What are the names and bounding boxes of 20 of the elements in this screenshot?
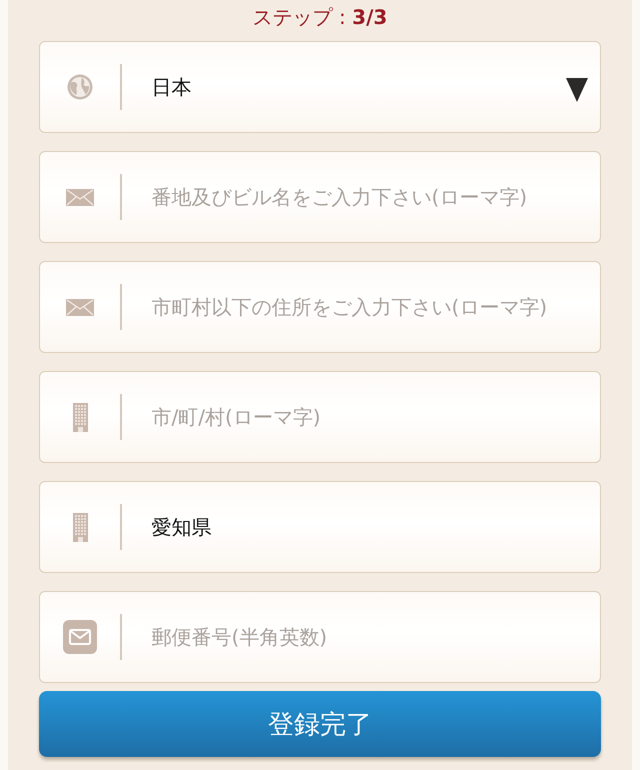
dropdown-caret-icon (566, 78, 588, 102)
building-icon (72, 512, 88, 542)
input-field[interactable]: 番地及びビル名をご入力下さい(ローマ字) (39, 151, 601, 243)
input-field[interactable]: 郵便番号(半角英数) (39, 591, 601, 683)
envelope-icon (66, 188, 94, 206)
globe-icon (67, 74, 93, 100)
country-select[interactable]: 日本 (39, 41, 601, 133)
input-field[interactable]: 市/町/村(ローマ字) (39, 371, 601, 463)
text-input[interactable]: 愛知県 (152, 511, 590, 543)
text-input[interactable]: 番地及びビル名をご入力下さい(ローマ字) (152, 181, 590, 213)
text-input[interactable]: 郵便番号(半角英数) (152, 621, 590, 653)
input-field[interactable]: 愛知県 (39, 481, 601, 573)
text-input[interactable]: 市町村以下の住所をご入力下さい(ローマ字) (152, 291, 590, 323)
input-field[interactable]: 市町村以下の住所をご入力下さい(ローマ字) (39, 261, 601, 353)
text-input[interactable]: 市/町/村(ローマ字) (152, 401, 590, 433)
envelope-icon (66, 298, 94, 316)
step-indicator: ステップ : 3/3 (252, 4, 388, 31)
building-icon (72, 402, 88, 432)
register-complete-button[interactable]: 登録完了 (39, 691, 601, 757)
envelope-icon (63, 620, 97, 654)
